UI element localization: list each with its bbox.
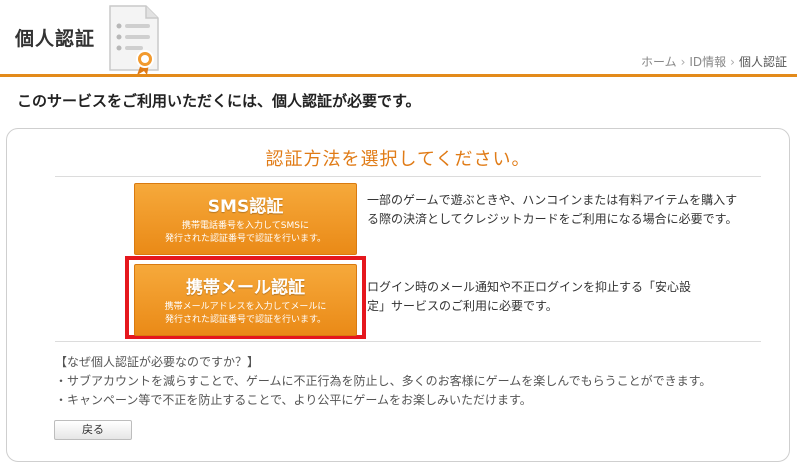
back-button[interactable]: 戻る <box>54 420 132 440</box>
mail-auth-title: 携帯メール認証 <box>186 278 305 298</box>
sms-auth-description: 一部のゲームで遊ぶときや、ハンコインまたは有料アイテムを購入する際の決済としてク… <box>367 193 738 226</box>
why-heading: 【なぜ個人認証が必要なのですか？】 <box>55 355 260 369</box>
mobile-mail-auth-button[interactable]: 携帯メール認証 携帯メールアドレスを入力してメールに 発行された認証番号で認証を… <box>134 264 357 336</box>
divider <box>55 176 761 177</box>
header: 個人認証 ホーム › ID情報 › 個人認証 <box>0 0 797 78</box>
why-item: ・サブアカウントを減らすことで、ゲームに不正行為を防止し、多くのお客様にゲームを… <box>55 374 712 388</box>
header-divider <box>0 74 797 77</box>
sms-auth-title: SMS認証 <box>207 197 284 217</box>
breadcrumb-separator: › <box>680 55 686 69</box>
sms-auth-button[interactable]: SMS認証 携帯電話番号を入力してSMSに 発行された認証番号で認証を行います。 <box>134 183 357 255</box>
breadcrumb-home[interactable]: ホーム <box>641 55 677 69</box>
auth-method-panel: 認証方法を選択してください。 SMS認証 携帯電話番号を入力してSMSに 発行さ… <box>6 128 790 462</box>
sms-auth-subtitle: 携帯電話番号を入力してSMSに 発行された認証番号で認証を行います。 <box>164 221 327 244</box>
notice-heading: このサービスをご利用いただくには、個人認証が必要です。 <box>17 92 421 110</box>
why-section: 【なぜ個人認証が必要なのですか？】 ・サブアカウントを減らすことで、ゲームに不正… <box>55 353 711 410</box>
mail-auth-description: ログイン時のメール通知や不正ログインを抑止する「安心設定」サービスのご利用に必要… <box>367 280 692 313</box>
breadcrumb-separator: › <box>730 55 735 69</box>
page-title: 個人認証 <box>15 28 96 50</box>
breadcrumb: ホーム › ID情報 › 個人認証 <box>641 53 787 70</box>
mail-auth-subtitle: 携帯メールアドレスを入力してメールに 発行された認証番号で認証を行います。 <box>164 302 327 325</box>
document-certificate-icon <box>109 5 159 75</box>
divider <box>55 341 761 342</box>
panel-heading: 認証方法を選択してください。 <box>265 149 531 170</box>
breadcrumb-current: 個人認証 <box>738 55 787 69</box>
breadcrumb-id-info[interactable]: ID情報 <box>689 55 726 69</box>
why-item: ・キャンペーン等で不正を防止することで、より公平にゲームをお楽しみいただけます。 <box>55 393 532 407</box>
